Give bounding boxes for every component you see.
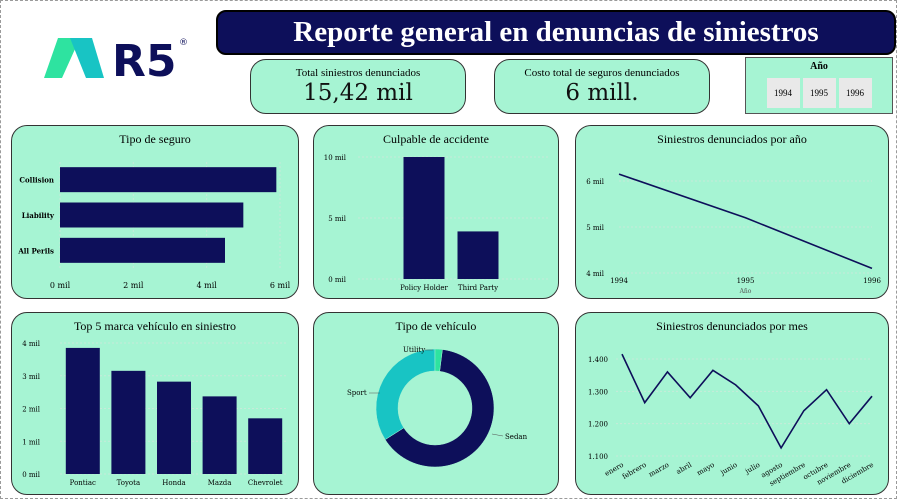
- report-title: Reporte general en denuncias de siniestr…: [216, 10, 896, 55]
- year-slicer: Año 1994 1995 1996: [745, 57, 893, 114]
- x-tick-label: 0 mil: [50, 281, 71, 290]
- x-category-label: Mazda: [208, 479, 232, 487]
- leader-line: [491, 433, 504, 437]
- y-category-label: Liability: [22, 211, 55, 220]
- y-tick-label: 0 mil: [22, 471, 41, 479]
- kpi-value: 15,42 mil: [303, 80, 413, 106]
- bar: [60, 167, 277, 193]
- culpable-card: Culpable de accidente 0 mil 5 mil 10 mil Po…: [313, 125, 559, 299]
- slice-label: Utility: [403, 346, 425, 354]
- kpi-label: Total siniestros denunciados: [295, 67, 421, 79]
- slice-label: Sedan: [505, 433, 528, 441]
- x-tick-label: 2 mil: [123, 281, 144, 290]
- x-category-label: Honda: [162, 479, 185, 487]
- y-tick-label: 2 mil: [22, 406, 41, 414]
- x-tick-label: 4 mil: [196, 281, 217, 290]
- kpi-costo-total: Costo total de seguros denunciados 6 mil…: [494, 59, 710, 114]
- marcas-chart: 0 mil 1 mil 2 mil 3 mil 4 mil Pontiac Toyota Ho…: [22, 340, 288, 487]
- tipo-vehiculo-chart: Sedan Sport Utility: [347, 346, 528, 468]
- bar: [457, 231, 499, 279]
- y-tick-label: 1.400: [588, 356, 608, 364]
- series-line: [618, 173, 873, 270]
- x-tick-label: junio: [718, 461, 738, 477]
- y-tick-label: 3 mil: [22, 373, 41, 381]
- kpi-value: 6 mill.: [565, 80, 639, 106]
- bar: [403, 157, 445, 279]
- bar: [111, 370, 146, 474]
- logo-text: R5: [112, 36, 177, 85]
- x-tick-label: marzo: [647, 461, 670, 479]
- slicer-option-1994[interactable]: 1994: [766, 78, 800, 108]
- x-category-label: Chevrolet: [248, 479, 283, 487]
- x-category-label: Pontiac: [70, 479, 96, 487]
- por-anio-chart: 4 mil 5 mil 6 mil 1994 1995 1996 Año: [586, 173, 881, 295]
- tipo-vehiculo-card: Tipo de vehículo Sedan Sport Utility: [313, 312, 559, 495]
- slicer-option-1995[interactable]: 1995: [802, 78, 836, 108]
- marcas-card: Top 5 marca vehículo en siniestro 0 mil 1…: [11, 312, 299, 495]
- bar: [202, 396, 237, 474]
- y-tick-label: 1 mil: [22, 438, 41, 446]
- por-mes-card: Siniestros denunciados por mes 1.100 1.20…: [575, 312, 889, 495]
- x-axis-title: Año: [739, 288, 752, 295]
- y-tick-label: 1.200: [588, 421, 608, 429]
- x-category-label: Third Party: [458, 284, 498, 292]
- logo-registered: ®: [179, 38, 188, 48]
- tipo-seguro-card: Tipo de seguro 0 mil 2 mil 4 mil 6 mil Colli…: [11, 125, 299, 299]
- y-tick-label: 4 mil: [22, 340, 41, 348]
- bar: [157, 381, 191, 474]
- x-tick-label: abril: [675, 460, 694, 476]
- x-category-label: Policy Holder: [400, 284, 448, 292]
- slicer-label: Año: [810, 61, 828, 72]
- por-mes-chart: 1.1001.2001.3001.400enerofebrero marzo abr…: [588, 353, 875, 488]
- y-tick-label: 1.300: [588, 388, 608, 396]
- r5-logo: R5 ®: [44, 36, 188, 85]
- bar: [248, 418, 283, 474]
- bar: [65, 347, 100, 474]
- pie-slice: [375, 348, 436, 440]
- y-category-label: All Perils: [17, 246, 54, 255]
- logo-mark-right: [70, 38, 104, 78]
- kpi-total-siniestros: Total siniestros denunciados 15,42 mil: [250, 59, 466, 114]
- x-tick-label: febrero: [621, 461, 648, 481]
- x-tick-label: 1996: [863, 277, 881, 285]
- y-tick-label: 10 mil: [324, 154, 347, 162]
- y-tick-label: 5 mil: [586, 224, 605, 232]
- y-tick-label: 4 mil: [586, 270, 605, 278]
- slice-label: Sport: [347, 389, 367, 397]
- por-anio-card: Siniestros denunciados por año 4 mil 5 mi…: [575, 125, 889, 299]
- bar: [60, 202, 244, 228]
- culpable-chart: 0 mil 5 mil 10 mil Policy Holder Third Party: [324, 154, 550, 292]
- x-tick-label: mayo: [695, 461, 715, 477]
- bar: [60, 237, 225, 263]
- slicer-option-1996[interactable]: 1996: [838, 78, 872, 108]
- y-tick-label: 1.100: [588, 453, 608, 461]
- x-tick-label: 1994: [610, 277, 628, 285]
- kpi-label: Costo total de seguros denunciados: [524, 67, 680, 79]
- y-tick-label: 5 mil: [328, 215, 347, 223]
- y-tick-label: 6 mil: [586, 178, 605, 186]
- y-tick-label: 0 mil: [328, 276, 347, 284]
- x-tick-label: 1995: [737, 277, 755, 285]
- x-category-label: Toyota: [117, 479, 141, 487]
- series-line: [621, 353, 873, 450]
- x-tick-label: julio: [743, 461, 761, 476]
- y-category-label: Collision: [19, 176, 54, 185]
- x-tick-label: 6 mil: [270, 281, 291, 290]
- tipo-seguro-chart: 0 mil 2 mil 4 mil 6 mil Collision Liability Al…: [17, 162, 291, 290]
